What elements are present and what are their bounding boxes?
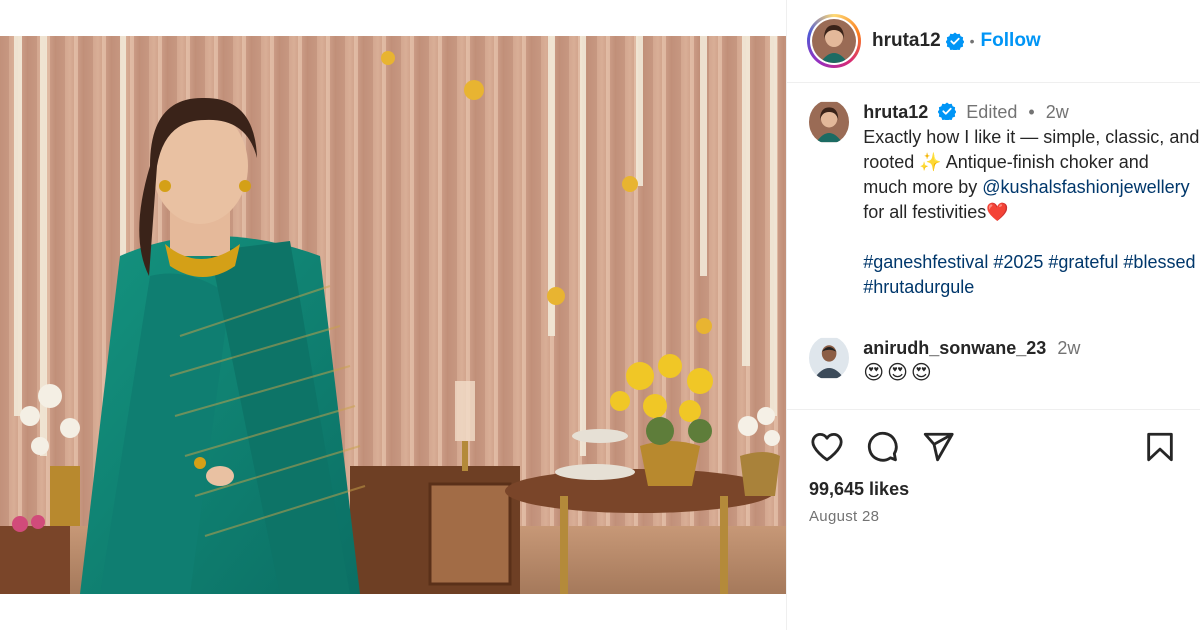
follow-button[interactable]: Follow	[981, 30, 1041, 52]
caption-line-2: rooted ✨ Antique-finish choker and	[863, 152, 1149, 172]
post-date[interactable]: August 28	[809, 508, 879, 525]
caption-avatar[interactable]	[809, 100, 850, 144]
share-icon[interactable]	[921, 430, 955, 464]
hashtags-line-1[interactable]: #ganeshfestival #2025 #grateful #blessed	[863, 250, 1200, 275]
story-ring[interactable]	[807, 14, 861, 68]
comment-item: anirudh_sonwane_23 2w 😍😍😍	[809, 336, 1200, 386]
caption-block: hruta12 Edited • 2w Exactly how I like i…	[809, 100, 1200, 300]
heart-icon[interactable]	[809, 430, 845, 464]
caption-time[interactable]: 2w	[1046, 102, 1069, 122]
caption-username[interactable]: hruta12	[863, 102, 928, 122]
caption-line-3-text: much more by	[863, 177, 983, 197]
post-side-panel: hruta12 • Follow hruta12 Edited • 2w Exa…	[786, 0, 1200, 630]
comment-time[interactable]: 2w	[1057, 338, 1080, 358]
caption-meta-row: hruta12 Edited • 2w	[863, 100, 1200, 125]
comment-emojis: 😍😍😍	[863, 362, 935, 384]
commenter-avatar[interactable]	[809, 336, 850, 380]
mention-link[interactable]: @kushalsfashionjewellery	[982, 177, 1189, 197]
caption-line-3: much more by @kushalsfashionjewellery	[863, 175, 1200, 200]
caption-separator: •	[1028, 102, 1035, 122]
header-separator: •	[969, 33, 975, 49]
post-photo-illustration	[0, 36, 786, 594]
caption-body: hruta12 Edited • 2w Exactly how I like i…	[863, 100, 1200, 300]
comments-section[interactable]: hruta12 Edited • 2w Exactly how I like i…	[787, 84, 1200, 408]
post-header: hruta12 • Follow	[787, 0, 1200, 83]
edited-label: Edited	[966, 102, 1018, 122]
verified-badge-icon	[938, 102, 957, 120]
caption-line-4: for all festivities❤️	[863, 202, 1009, 222]
comment-username[interactable]: anirudh_sonwane_23	[863, 338, 1046, 358]
comment-body: anirudh_sonwane_23 2w 😍😍😍	[863, 336, 1200, 386]
action-bar: 99,645 likes August 28	[787, 409, 1200, 630]
header-username[interactable]: hruta12	[872, 30, 941, 52]
bookmark-icon[interactable]	[1143, 430, 1177, 464]
avatar[interactable]	[812, 19, 856, 63]
post-photo[interactable]	[0, 36, 786, 594]
comment-icon[interactable]	[865, 430, 899, 464]
hashtags-line-2[interactable]: #hrutadurgule	[863, 275, 1200, 300]
caption-line-1: Exactly how I like it — simple, classic,…	[863, 127, 1200, 147]
verified-badge-icon	[945, 32, 964, 50]
comment-meta-row: anirudh_sonwane_23 2w	[863, 336, 1200, 361]
likes-count[interactable]: 99,645 likes	[809, 479, 909, 500]
post-media-pane	[0, 0, 786, 630]
